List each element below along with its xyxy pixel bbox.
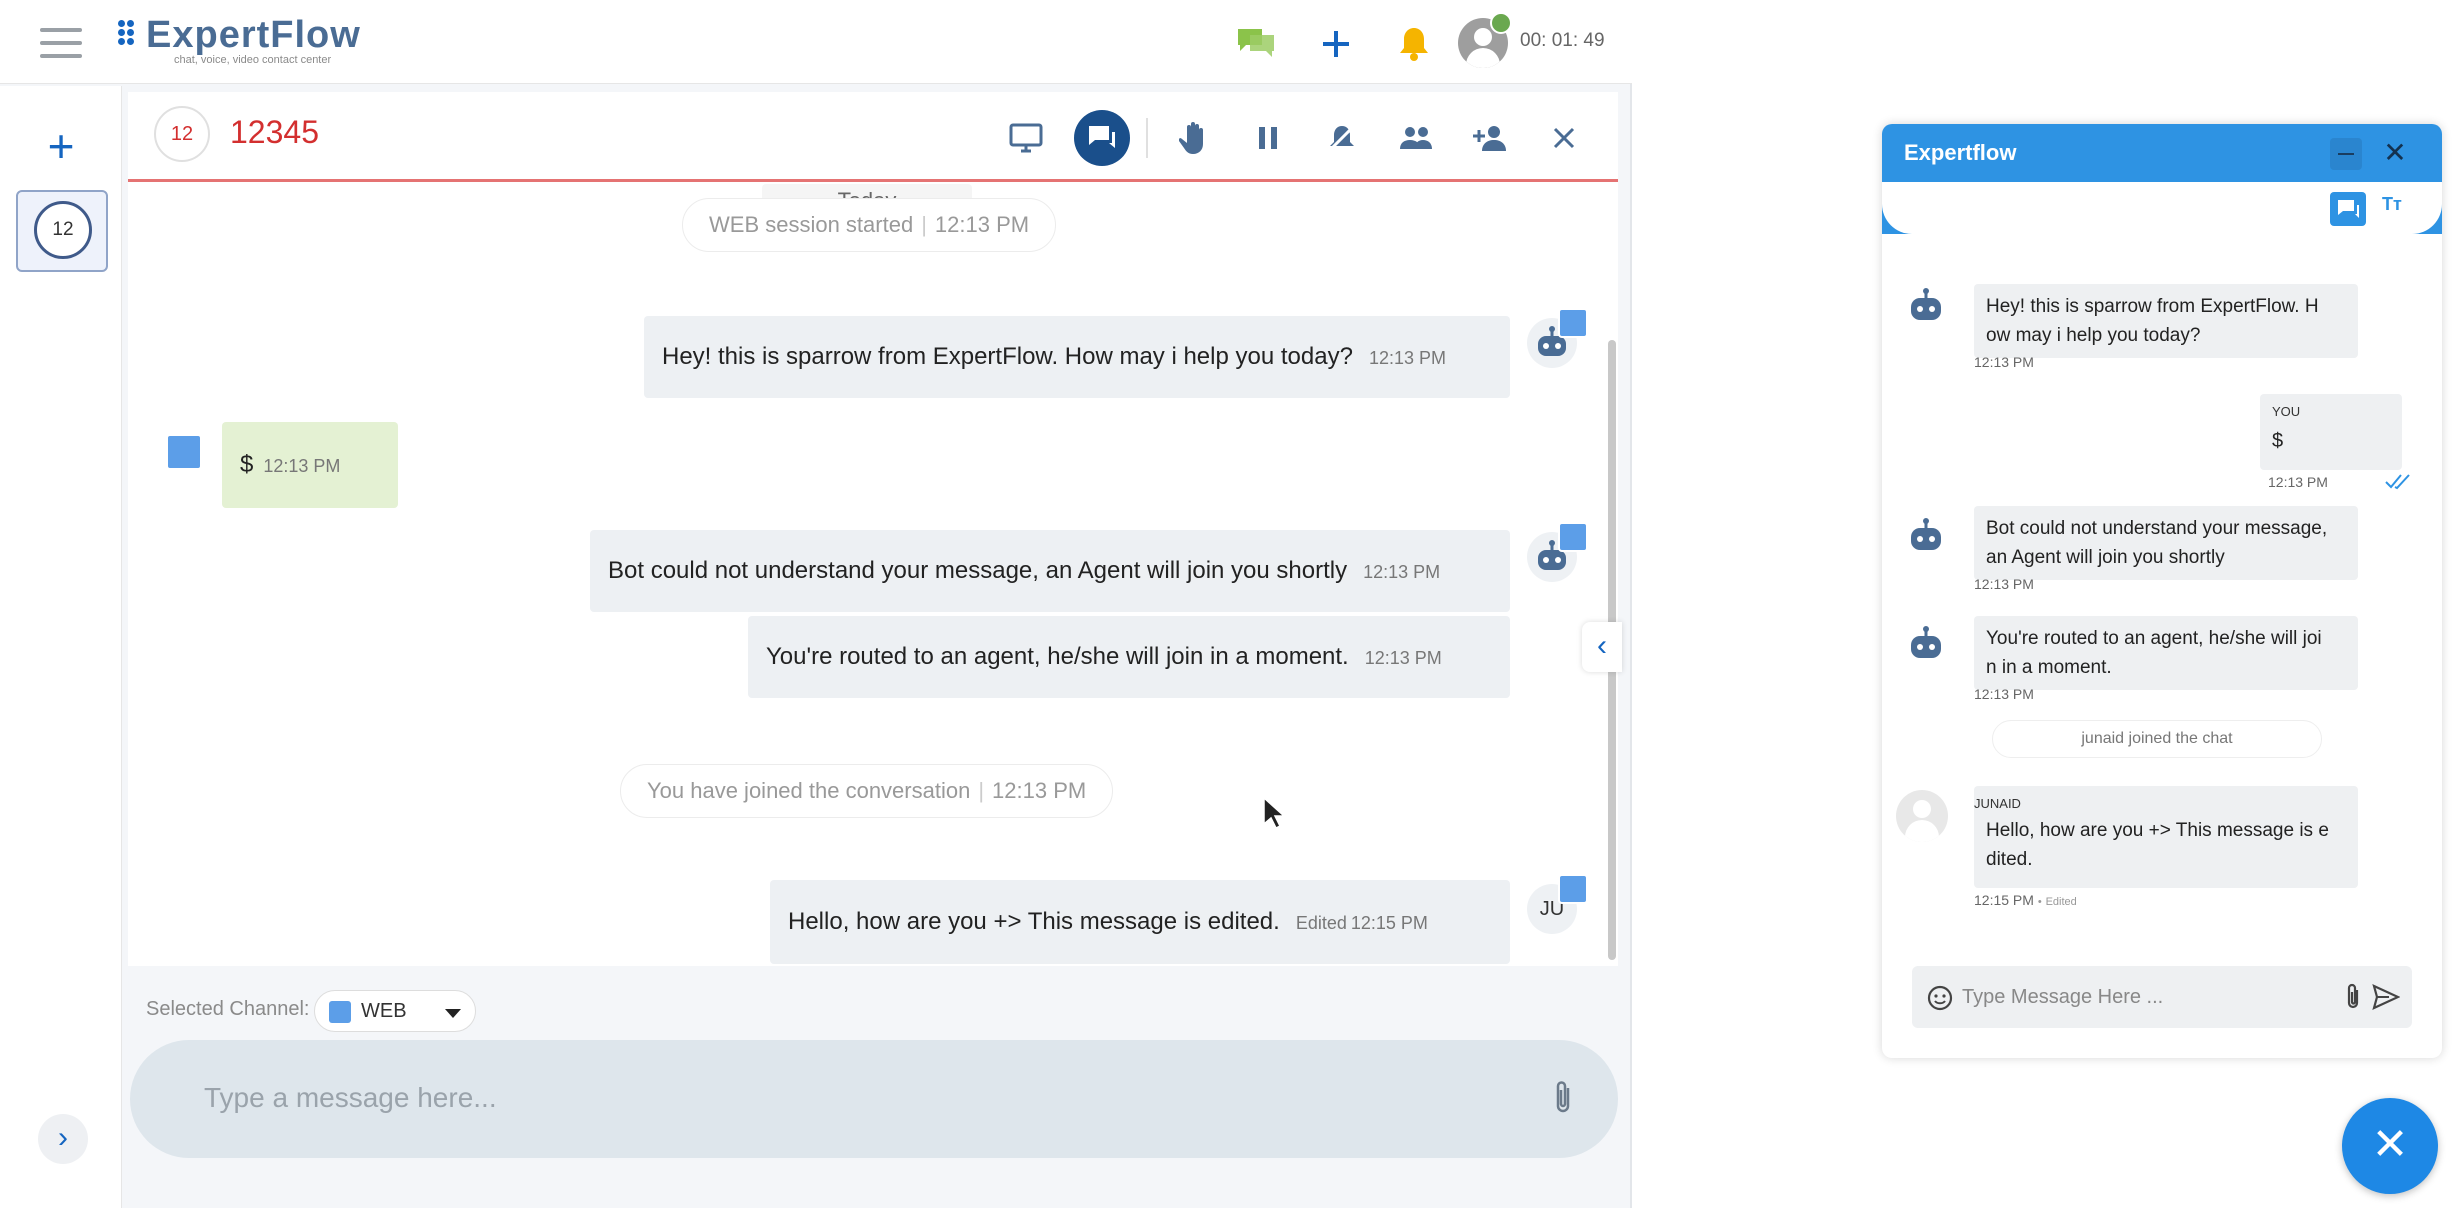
agent-desk: ExpertFlow chat, voice, video contact ce… [0,0,1632,1208]
minimize-button[interactable] [2330,138,2362,170]
message-time: 12:13 PM [1368,348,1446,368]
message-composer [130,1040,1618,1158]
top-bar: ExpertFlow chat, voice, video contact ce… [0,0,1632,84]
session-timer: 00: 01: 49 [1520,30,1605,51]
web-channel-icon [1558,308,1588,338]
chat-icon[interactable] [1074,110,1130,166]
robot-icon [1911,518,1941,550]
sender-label: JUNAID [1974,796,2021,811]
attachment-icon[interactable] [2342,982,2364,1012]
logo-name: ExpertFlow [146,14,361,56]
session-started-notice: WEB session started | 12:13 PM [682,198,1057,252]
message-time: 12:15 PM • Edited [1974,892,2077,908]
edited-label: Edited [1295,913,1347,933]
mute-icon[interactable] [1314,110,1370,166]
transcript-icon[interactable] [2330,192,2366,226]
message-time: 12:13 PM [1363,562,1441,582]
font-size-button[interactable]: Tт [2382,194,2402,215]
message-text: $ [2272,430,2284,452]
message-time: 12:15 PM [1350,913,1428,933]
widget-bot-message: Hey! this is sparrow from ExpertFlow. H … [1974,284,2358,358]
message-time: 12:13 PM [1364,648,1442,668]
widget-toggle-close-button[interactable]: ✕ [2342,1098,2438,1194]
message-time: 12:13 PM [1974,354,2034,370]
online-status-indicator [1490,12,1512,34]
joined-notice: You have joined the conversation | 12:13 P… [620,764,1114,818]
bell-icon[interactable] [1392,22,1436,66]
customer-message: $12:13 PM [222,422,398,508]
conversation-header: 12 12345 [128,92,1618,182]
message-time: 12:13 PM [263,456,341,476]
session-started-time: 12:13 PM [934,212,1030,237]
monitor-icon[interactable] [998,110,1054,166]
collapse-panel-button[interactable]: ‹ [1582,622,1622,672]
message-text: Hello, how are you +> This message is ed… [788,908,1280,935]
menu-icon[interactable] [40,28,82,58]
bot-message: Hey! this is sparrow from ExpertFlow. Ho… [644,316,1510,398]
joined-time: 12:13 PM [992,778,1087,803]
message-text: You're routed to an agent, he/she will j… [766,643,1349,670]
attachment-icon[interactable] [1550,1078,1576,1118]
double-check-icon [2385,474,2410,490]
mouse-cursor-icon [1263,796,1286,830]
widget-bot-message: Bot could not understand your message, a… [1974,506,2358,580]
session-started-text: WEB session started [709,212,914,237]
bot-message: You're routed to an agent, he/she will j… [748,616,1510,698]
chat-bubbles-icon[interactable] [1234,22,1278,66]
conversation-name: 12345 [230,114,319,150]
add-user-icon[interactable] [1462,110,1518,166]
emoji-icon[interactable] [1926,984,1954,1012]
group-icon[interactable] [1388,110,1444,166]
robot-icon [1911,288,1941,320]
widget-header: Expertflow ✕ [1882,124,2442,182]
pause-icon[interactable] [1240,110,1296,166]
widget-agent-message: Hello, how are you +> This message is e … [1974,786,2358,888]
hand-icon[interactable] [1166,110,1222,166]
channel-label: Selected Channel: [146,998,310,1020]
conversation-tile-badge: 12 [34,201,92,259]
web-channel-icon [329,1001,351,1023]
message-text: $ [240,451,254,478]
sender-label: YOU [2272,404,2301,419]
agent-joined-notice: junaid joined the chat [1992,720,2322,758]
message-time: 12:13 PM [1974,686,2034,702]
left-sidebar: + 12 › [0,86,122,1208]
conversation-badge: 12 [154,106,210,162]
bot-message: Bot could not understand your message, a… [590,530,1510,612]
edited-label: Edited [2045,896,2077,908]
message-input[interactable] [204,1070,1504,1126]
channel-value: WEB [361,1000,407,1022]
message-text: Hey! this is sparrow from ExpertFlow. Ho… [662,343,1353,370]
agent-message[interactable]: Hello, how are you +> This message is ed… [770,880,1510,964]
screen: ExpertFlow chat, voice, video contact ce… [0,0,2464,1208]
widget-bot-message: You're routed to an agent, he/she will j… [1974,616,2358,690]
widget-message-input[interactable] [1962,980,2322,1014]
widget-close-button[interactable]: ✕ [2378,136,2412,170]
message-text: Bot could not understand your message, a… [608,557,1348,584]
plus-icon[interactable] [1314,22,1358,66]
widget-customer-message: YOU $ [2260,394,2402,470]
expand-sidebar-button[interactable]: › [38,1114,88,1164]
widget-composer [1912,966,2412,1028]
message-time: 12:13 PM [1974,576,2034,592]
logo-tagline: chat, voice, video contact center [174,54,332,66]
widget-title: Expertflow [1904,140,2017,165]
customer-web-icon [166,434,202,470]
robot-icon [1911,626,1941,658]
toolbar-divider [1146,118,1148,158]
logo-dots-icon [118,20,142,45]
send-icon[interactable] [2372,984,2400,1010]
web-channel-icon [1558,522,1588,552]
close-icon[interactable] [1536,110,1592,166]
joined-text: You have joined the conversation [647,778,971,803]
customer-chat-widget: Expertflow ✕ Tт Hey! this is sparrow fro… [1882,124,2442,1058]
new-conversation-button[interactable]: + [40,123,82,169]
message-time: 12:13 PM [2268,474,2328,490]
conversation-tile[interactable]: 12 [16,190,108,272]
agent-avatar-icon [1896,790,1948,842]
channel-dropdown[interactable]: WEB [314,990,476,1032]
dropdown-caret-icon [445,1009,461,1018]
web-channel-icon [1558,874,1588,904]
message-time-value: 12:15 PM [1974,892,2034,908]
